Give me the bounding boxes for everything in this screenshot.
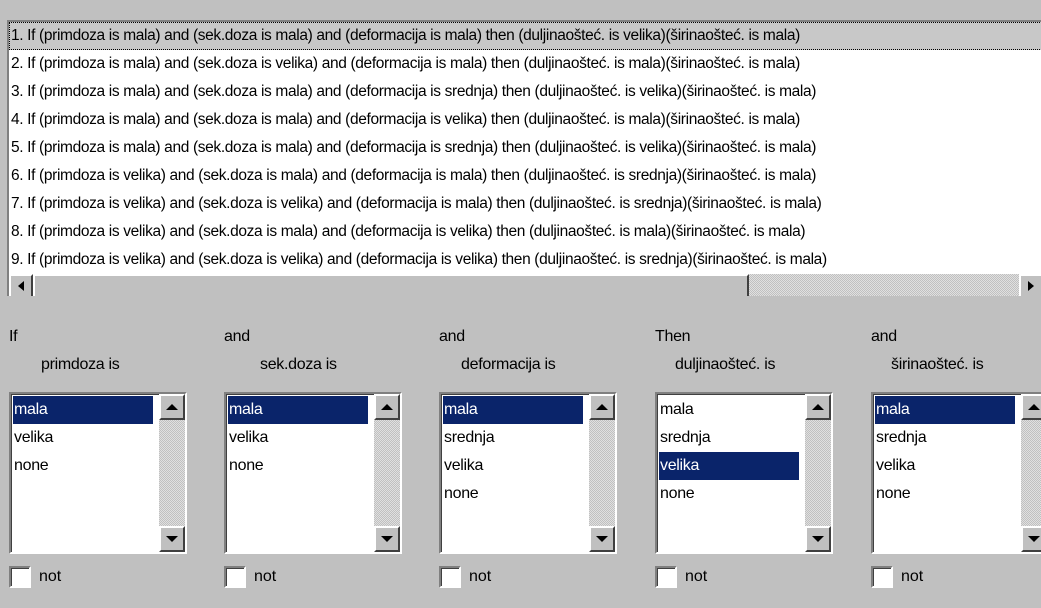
rules-list: 1. If (primdoza is mala) and (sek.doza i… — [9, 22, 1041, 274]
scroll-down-button[interactable] — [1021, 526, 1041, 552]
scroll-down-button[interactable] — [589, 526, 615, 552]
vertical-scrollbar[interactable] — [805, 394, 831, 552]
variable-label: deformacija is — [461, 356, 556, 373]
listbox-items: mala srednja velika none — [443, 396, 583, 508]
arrow-up-icon — [381, 404, 393, 410]
scroll-up-button[interactable] — [1021, 394, 1041, 420]
scroll-left-button[interactable] — [9, 274, 33, 296]
not-label: not — [685, 568, 708, 585]
arrow-down-icon — [1028, 536, 1040, 542]
listbox-option[interactable]: mala — [228, 396, 368, 424]
rule-row[interactable]: 2. If (primdoza is mala) and (sek.doza i… — [9, 50, 1041, 78]
membership-listbox-sirinaostec[interactable]: mala srednja velika none — [871, 392, 1041, 554]
rule-row[interactable]: 9. If (primdoza is velika) and (sek.doza… — [9, 246, 1041, 274]
variable-label: primdoza is — [41, 356, 120, 373]
variable-label: duljinaošteć. is — [675, 356, 776, 373]
arrow-down-icon — [381, 536, 393, 542]
not-label: not — [39, 568, 62, 585]
listbox-option[interactable]: srednja — [443, 424, 583, 452]
not-label: not — [469, 568, 492, 585]
listbox-items: mala srednja velika none — [659, 396, 799, 508]
rule-row[interactable]: 1. If (primdoza is mala) and (sek.doza i… — [9, 22, 1041, 50]
vertical-scrollbar[interactable] — [159, 394, 185, 552]
listbox-option[interactable]: mala — [875, 396, 1015, 424]
scroll-down-button[interactable] — [374, 526, 400, 552]
not-checkbox[interactable] — [439, 566, 461, 588]
arrow-down-icon — [812, 536, 824, 542]
not-option: not — [655, 566, 707, 588]
rule-row[interactable]: 8. If (primdoza is velika) and (sek.doza… — [9, 218, 1041, 246]
rules-listbox[interactable]: 1. If (primdoza is mala) and (sek.doza i… — [7, 20, 1041, 296]
listbox-option[interactable]: none — [875, 480, 1015, 508]
listbox-option[interactable]: velika — [228, 424, 368, 452]
not-option: not — [224, 566, 276, 588]
not-label: not — [254, 568, 277, 585]
listbox-option[interactable]: none — [228, 452, 368, 480]
horizontal-scroll-thumb[interactable] — [33, 274, 749, 296]
listbox-items: mala velika none — [228, 396, 368, 480]
listbox-items: mala velika none — [13, 396, 153, 480]
not-label: not — [901, 568, 924, 585]
scroll-up-button[interactable] — [159, 394, 185, 420]
not-option: not — [9, 566, 61, 588]
listbox-option[interactable]: srednja — [875, 424, 1015, 452]
connector-label: and — [439, 328, 465, 345]
not-checkbox[interactable] — [871, 566, 893, 588]
rule-editor: 1. If (primdoza is mala) and (sek.doza i… — [0, 0, 1041, 608]
rule-row[interactable]: 5. If (primdoza is mala) and (sek.doza i… — [9, 134, 1041, 162]
arrow-down-icon — [166, 536, 178, 542]
vertical-scrollbar[interactable] — [589, 394, 615, 552]
listbox-option[interactable]: velika — [875, 452, 1015, 480]
arrow-up-icon — [596, 404, 608, 410]
vertical-scrollbar[interactable] — [374, 394, 400, 552]
scroll-up-button[interactable] — [374, 394, 400, 420]
connector-label: Then — [655, 328, 691, 345]
arrow-up-icon — [812, 404, 824, 410]
variable-label: širinaošteć. is — [891, 356, 984, 373]
not-option: not — [871, 566, 923, 588]
scroll-right-button[interactable] — [1019, 274, 1041, 296]
rule-row[interactable]: 7. If (primdoza is velika) and (sek.doza… — [9, 190, 1041, 218]
vertical-scrollbar[interactable] — [1021, 394, 1041, 552]
listbox-option[interactable]: mala — [659, 396, 799, 424]
rules-horizontal-scrollbar[interactable] — [9, 274, 1041, 296]
arrow-up-icon — [166, 404, 178, 410]
rule-row[interactable]: 4. If (primdoza is mala) and (sek.doza i… — [9, 106, 1041, 134]
membership-listbox-deformacija[interactable]: mala srednja velika none — [439, 392, 617, 554]
scroll-down-button[interactable] — [159, 526, 185, 552]
connector-label: and — [871, 328, 897, 345]
listbox-option[interactable]: none — [443, 480, 583, 508]
listbox-option[interactable]: srednja — [659, 424, 799, 452]
rule-row[interactable]: 3. If (primdoza is mala) and (sek.doza i… — [9, 78, 1041, 106]
arrow-right-icon — [1028, 281, 1034, 291]
listbox-option[interactable]: velika — [659, 452, 799, 480]
listbox-option[interactable]: none — [13, 452, 153, 480]
scroll-up-button[interactable] — [589, 394, 615, 420]
connector-label: If — [9, 328, 18, 345]
not-checkbox[interactable] — [9, 566, 31, 588]
listbox-option[interactable]: velika — [443, 452, 583, 480]
scroll-up-button[interactable] — [805, 394, 831, 420]
listbox-option[interactable]: none — [659, 480, 799, 508]
arrow-left-icon — [18, 281, 24, 291]
listbox-option[interactable]: mala — [443, 396, 583, 424]
membership-listbox-duljinaostec[interactable]: mala srednja velika none — [655, 392, 833, 554]
arrow-up-icon — [1028, 404, 1040, 410]
scroll-down-button[interactable] — [805, 526, 831, 552]
membership-listbox-primdoza[interactable]: mala velika none — [9, 392, 187, 554]
not-option: not — [439, 566, 491, 588]
listbox-items: mala srednja velika none — [875, 396, 1015, 508]
membership-listbox-sekdoza[interactable]: mala velika none — [224, 392, 402, 554]
listbox-option[interactable]: velika — [13, 424, 153, 452]
not-checkbox[interactable] — [224, 566, 246, 588]
rule-row[interactable]: 6. If (primdoza is velika) and (sek.doza… — [9, 162, 1041, 190]
connector-label: and — [224, 328, 250, 345]
arrow-down-icon — [596, 536, 608, 542]
variable-label: sek.doza is — [260, 356, 337, 373]
listbox-option[interactable]: mala — [13, 396, 153, 424]
not-checkbox[interactable] — [655, 566, 677, 588]
